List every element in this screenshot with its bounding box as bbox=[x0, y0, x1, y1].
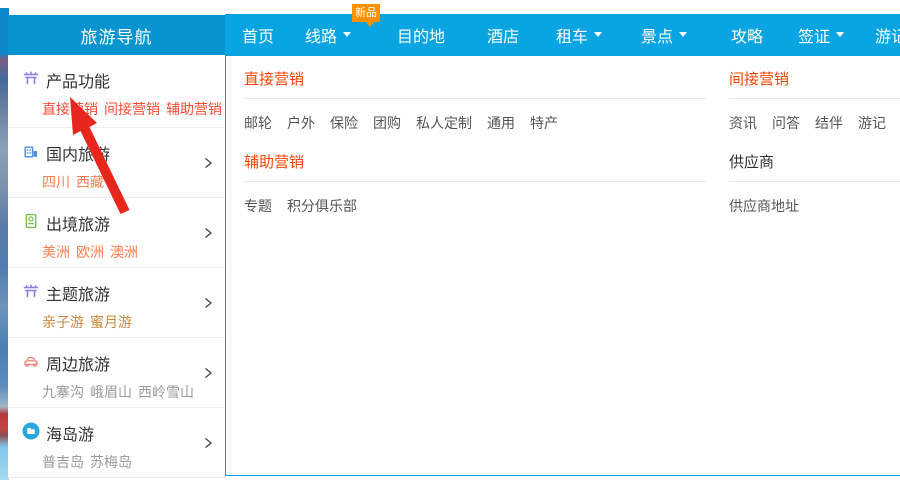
link-qa[interactable]: 问答 bbox=[772, 113, 800, 133]
chevron-right-icon[interactable] bbox=[201, 366, 215, 380]
nav-item-visa[interactable]: 签证 bbox=[798, 14, 844, 55]
section-indirect-marketing: 间接营销 资讯 问答 结伴 游记 bbox=[729, 68, 900, 133]
sidebar-item-domestic-travel[interactable]: 国内旅游 四川 西藏 bbox=[8, 128, 225, 198]
link-custom[interactable]: 私人定制 bbox=[416, 113, 472, 133]
nav-item-travelogue[interactable]: 游记 bbox=[875, 14, 900, 55]
link-supplier-address[interactable]: 供应商地址 bbox=[729, 196, 799, 216]
section-title: 直接营销 bbox=[244, 68, 706, 99]
archway-icon bbox=[22, 69, 40, 87]
sidebar-sublinks: 四川 西藏 bbox=[42, 172, 104, 192]
sidebar-sublinks: 直接营销 间接营销 辅助营销 bbox=[42, 99, 222, 119]
sublink-jiuzhaigou[interactable]: 九寨沟 bbox=[42, 382, 84, 402]
link-topics[interactable]: 专题 bbox=[244, 196, 272, 216]
sublink-mount-emei[interactable]: 峨眉山 bbox=[90, 382, 132, 402]
caret-down-icon bbox=[679, 32, 687, 37]
sidebar-title-label: 旅游导航 bbox=[81, 23, 153, 48]
section-title: 辅助营销 bbox=[244, 151, 706, 182]
section-links: 邮轮 户外 保险 团购 私人定制 通用 特产 bbox=[244, 113, 706, 133]
link-general[interactable]: 通用 bbox=[487, 113, 515, 133]
top-navbar: 首页 线路 目的地 酒店 租车 景点 攻略 签证 游记 bbox=[225, 14, 900, 55]
nav-item-guides[interactable]: 攻略 bbox=[731, 14, 763, 55]
sublink-australia[interactable]: 澳洲 bbox=[110, 242, 138, 262]
sidebar-item-nearby-travel[interactable]: 周边旅游 九寨沟 峨眉山 西岭雪山 bbox=[8, 338, 225, 408]
section-title: 供应商 bbox=[729, 151, 900, 182]
sidebar-sublinks: 普吉岛 苏梅岛 bbox=[42, 452, 132, 472]
link-groupbuy[interactable]: 团购 bbox=[373, 113, 401, 133]
link-specialty[interactable]: 特产 bbox=[530, 113, 558, 133]
sublink-sichuan[interactable]: 四川 bbox=[42, 172, 70, 192]
car-icon bbox=[22, 352, 40, 370]
caret-down-icon bbox=[836, 32, 844, 37]
link-insurance[interactable]: 保险 bbox=[330, 113, 358, 133]
sidebar-item-label[interactable]: 海岛游 bbox=[46, 421, 94, 445]
sidebar-item-outbound-travel[interactable]: 出境旅游 美洲 欧洲 澳洲 bbox=[8, 198, 225, 268]
sublink-direct-marketing[interactable]: 直接营销 bbox=[42, 99, 98, 119]
sublink-auxiliary-marketing[interactable]: 辅助营销 bbox=[166, 99, 222, 119]
sidebar-item-label[interactable]: 出境旅游 bbox=[46, 211, 110, 235]
link-outdoor[interactable]: 户外 bbox=[287, 113, 315, 133]
caret-down-icon bbox=[594, 32, 602, 37]
nav-item-car-rental[interactable]: 租车 bbox=[556, 14, 602, 55]
sublink-indirect-marketing[interactable]: 间接营销 bbox=[104, 99, 160, 119]
new-product-badge: 新品 bbox=[352, 4, 380, 22]
section-auxiliary-marketing: 辅助营销 专题 积分俱乐部 bbox=[244, 151, 706, 216]
nav-item-home[interactable]: 首页 bbox=[242, 14, 274, 55]
chevron-right-icon[interactable] bbox=[201, 156, 215, 170]
chevron-right-icon[interactable] bbox=[201, 226, 215, 240]
section-links: 专题 积分俱乐部 bbox=[244, 196, 706, 216]
sidebar-menu: 产品功能 直接营销 间接营销 辅助营销 国内旅游 四川 西藏 出境旅游 美洲 bbox=[8, 55, 225, 478]
sublink-xiling-snow-mountain[interactable]: 西岭雪山 bbox=[138, 382, 194, 402]
caret-down-icon bbox=[343, 32, 351, 37]
sublink-europe[interactable]: 欧洲 bbox=[76, 242, 104, 262]
section-links: 资讯 问答 结伴 游记 bbox=[729, 113, 900, 133]
chevron-right-icon[interactable] bbox=[201, 296, 215, 310]
link-travelogue[interactable]: 游记 bbox=[858, 113, 886, 133]
mega-menu-panel: 直接营销 邮轮 户外 保险 团购 私人定制 通用 特产 间接营销 资讯 问答 结… bbox=[225, 55, 900, 476]
nav-item-hotel[interactable]: 酒店 bbox=[487, 14, 519, 55]
passport-icon bbox=[22, 212, 40, 230]
sidebar-title: 旅游导航 bbox=[8, 15, 225, 55]
section-links: 供应商地址 bbox=[729, 196, 900, 216]
section-supplier: 供应商 供应商地址 bbox=[729, 151, 900, 216]
sidebar-item-theme-travel[interactable]: 主题旅游 亲子游 蜜月游 bbox=[8, 268, 225, 338]
link-points-club[interactable]: 积分俱乐部 bbox=[287, 196, 357, 216]
section-title: 间接营销 bbox=[729, 68, 900, 99]
section-direct-marketing: 直接营销 邮轮 户外 保险 团购 私人定制 通用 特产 bbox=[244, 68, 706, 133]
sidebar-sublinks: 亲子游 蜜月游 bbox=[42, 312, 132, 332]
sidebar-item-island-travel[interactable]: 海岛游 普吉岛 苏梅岛 bbox=[8, 408, 225, 478]
sidebar-sublinks: 美洲 欧洲 澳洲 bbox=[42, 242, 138, 262]
sidebar-item-label[interactable]: 国内旅游 bbox=[46, 141, 110, 165]
nav-item-destination[interactable]: 目的地 bbox=[397, 14, 445, 55]
archway-icon bbox=[22, 282, 40, 300]
sublink-family-trip[interactable]: 亲子游 bbox=[42, 312, 84, 332]
link-cruise[interactable]: 邮轮 bbox=[244, 113, 272, 133]
island-folder-icon bbox=[22, 422, 40, 440]
nav-item-routes[interactable]: 线路 bbox=[305, 14, 351, 55]
sublink-americas[interactable]: 美洲 bbox=[42, 242, 70, 262]
link-companion[interactable]: 结伴 bbox=[815, 113, 843, 133]
sidebar-item-label[interactable]: 产品功能 bbox=[46, 68, 110, 92]
chevron-right-icon[interactable] bbox=[201, 436, 215, 450]
sublink-koh-samui[interactable]: 苏梅岛 bbox=[90, 452, 132, 472]
sublink-tibet[interactable]: 西藏 bbox=[76, 172, 104, 192]
sublink-phuket[interactable]: 普吉岛 bbox=[42, 452, 84, 472]
sublink-honeymoon-trip[interactable]: 蜜月游 bbox=[90, 312, 132, 332]
sidebar-item-label[interactable]: 周边旅游 bbox=[46, 351, 110, 375]
sidebar-item-label[interactable]: 主题旅游 bbox=[46, 281, 110, 305]
buildings-icon bbox=[22, 142, 40, 160]
sidebar-sublinks: 九寨沟 峨眉山 西岭雪山 bbox=[42, 382, 194, 402]
nav-item-attractions[interactable]: 景点 bbox=[641, 14, 687, 55]
sidebar-item-product-features[interactable]: 产品功能 直接营销 间接营销 辅助营销 bbox=[8, 55, 225, 128]
link-news[interactable]: 资讯 bbox=[729, 113, 757, 133]
